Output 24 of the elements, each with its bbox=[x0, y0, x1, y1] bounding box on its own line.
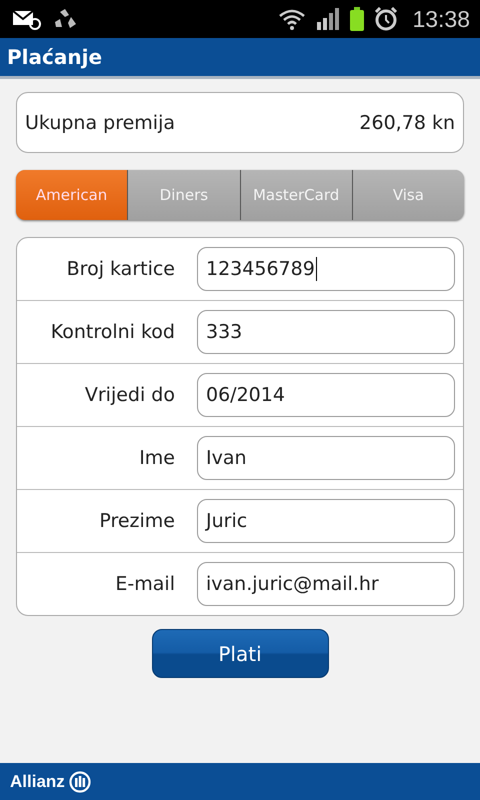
input-field[interactable]: ivan.juric@mail.hr bbox=[197, 562, 455, 606]
alarm-clock-icon bbox=[374, 7, 398, 31]
pay-button[interactable]: Plati bbox=[152, 629, 328, 678]
mail-icon bbox=[12, 8, 42, 30]
input-field[interactable]: 123456789 bbox=[197, 247, 455, 291]
input-field[interactable]: 333 bbox=[197, 310, 455, 354]
screen-title: Plaćanje bbox=[7, 45, 102, 69]
field-label: Prezime bbox=[98, 510, 176, 532]
input-field[interactable]: 06/2014 bbox=[197, 373, 455, 417]
field-label: Ime bbox=[138, 447, 176, 469]
battery-icon bbox=[350, 7, 364, 31]
total-label: Ukupna premija bbox=[25, 112, 176, 134]
field-label: Vrijedi do bbox=[84, 384, 176, 406]
field-label: Broj kartice bbox=[66, 258, 176, 280]
field-label: Kontrolni kod bbox=[50, 321, 176, 343]
input-field[interactable]: Juric bbox=[197, 499, 455, 543]
wifi-icon bbox=[278, 8, 306, 30]
field-label: E-mail bbox=[114, 573, 176, 595]
brand-name: Allianz bbox=[10, 772, 65, 792]
input-field[interactable]: Ivan bbox=[197, 436, 455, 480]
clock-time: 13:38 bbox=[412, 6, 470, 32]
signal-icon bbox=[316, 8, 340, 30]
total-amount: 260,78 kn bbox=[359, 112, 455, 134]
logo-icon bbox=[68, 770, 91, 792]
